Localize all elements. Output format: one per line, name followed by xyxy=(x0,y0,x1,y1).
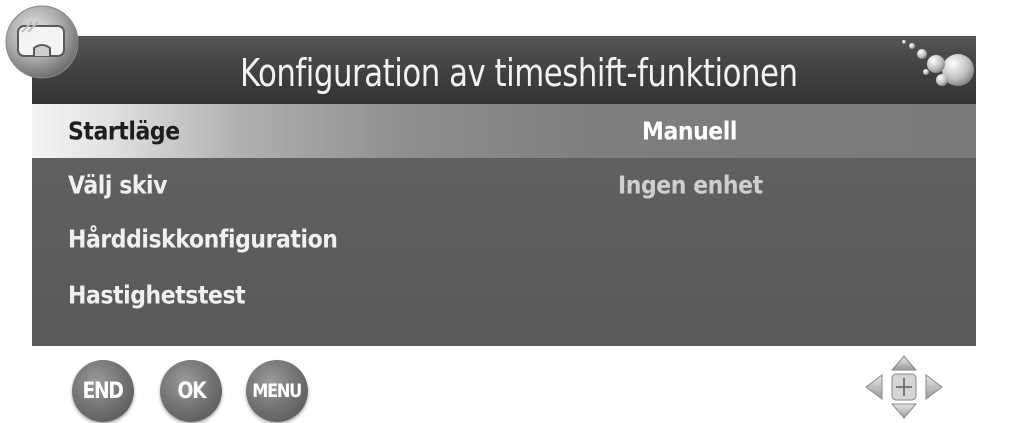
hard-disk-icon xyxy=(5,5,79,79)
menu-item-label: Hårddiskkonfiguration xyxy=(68,224,338,254)
menu-button[interactable]: MENU xyxy=(246,360,308,422)
menu-item-startlage[interactable]: Startläge Manuell xyxy=(32,104,976,158)
menu-item-value: Manuell xyxy=(642,116,737,146)
menu-item-harddiskkonfiguration[interactable]: Hårddiskkonfiguration xyxy=(32,212,976,266)
timeshift-config-screen: Konfiguration av timeshift-funktionen St… xyxy=(32,36,976,346)
menu-item-label: Startläge xyxy=(68,116,180,146)
ok-button[interactable]: OK xyxy=(160,360,222,422)
menu-item-value: Ingen enhet xyxy=(618,170,763,200)
menu-item-label: Välj skiv xyxy=(68,170,168,200)
bubbles-icon xyxy=(902,40,974,86)
menu-item-label: Hastighetstest xyxy=(68,280,246,310)
page-title: Konfiguration av timeshift-funktionen xyxy=(240,51,798,95)
title-bar: Konfiguration av timeshift-funktionen xyxy=(32,36,976,104)
menu-item-hastighetstest[interactable]: Hastighetstest xyxy=(32,268,976,322)
menu-item-valj-skiv[interactable]: Välj skiv Ingen enhet xyxy=(32,158,976,212)
end-button[interactable]: END xyxy=(72,360,134,422)
direction-arrows-icon xyxy=(865,355,943,419)
